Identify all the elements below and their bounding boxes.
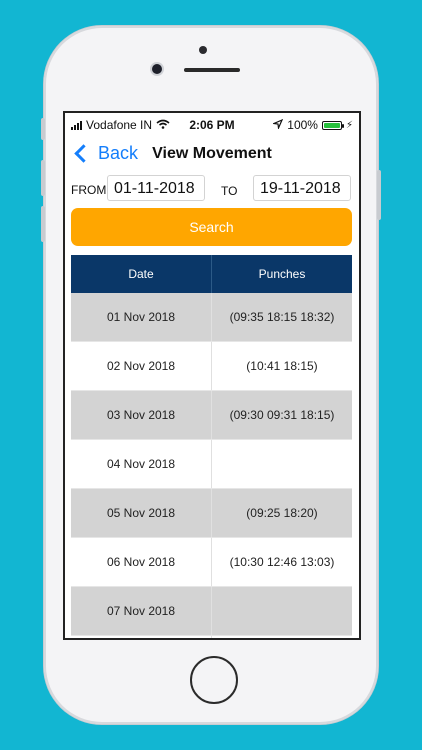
- punches-column-header: Punches: [211, 255, 352, 293]
- table-row[interactable]: 07 Nov 2018: [71, 586, 352, 636]
- row-date: 02 Nov 2018: [71, 341, 212, 391]
- charging-bolt-icon: ⚡: [345, 119, 353, 131]
- date-column-header: Date: [71, 255, 212, 293]
- from-label: FROM: [71, 183, 107, 197]
- row-punches: (10:30 12:46 13:03): [211, 537, 352, 587]
- table-row[interactable]: 06 Nov 2018 (10:30 12:46 13:03): [71, 537, 352, 587]
- front-camera: [152, 64, 162, 74]
- power-button: [377, 170, 381, 220]
- row-date: 01 Nov 2018: [71, 293, 212, 342]
- row-punches: (09:30 09:31 18:15): [211, 390, 352, 440]
- mute-switch: [41, 118, 45, 140]
- row-punches: [211, 586, 352, 636]
- speaker-dot: [199, 46, 207, 54]
- table-row[interactable]: 01 Nov 2018 (09:35 18:15 18:32): [71, 293, 352, 342]
- row-punches: (09:35 18:15 18:32): [211, 293, 352, 342]
- volume-down-button: [41, 206, 45, 242]
- battery-percent: 100%: [287, 118, 318, 132]
- to-date-field[interactable]: 19-11-2018: [253, 175, 351, 201]
- status-bar: Vodafone IN 2:06 PM 100% ⚡: [65, 113, 359, 135]
- table-row-partial: [71, 635, 352, 638]
- row-punches: (10:41 18:15): [211, 341, 352, 391]
- navigation-bar: Back View Movement: [65, 137, 359, 173]
- location-arrow-icon: [272, 118, 284, 132]
- date-filter-row: FROM 01-11-2018 TO 19-11-2018: [65, 174, 359, 204]
- table-header-row: Date Punches: [71, 255, 352, 293]
- from-date-field[interactable]: 01-11-2018: [107, 175, 205, 201]
- row-punches: (09:25 18:20): [211, 488, 352, 538]
- earpiece-grille: [184, 68, 240, 72]
- row-date: 03 Nov 2018: [71, 390, 212, 440]
- table-row[interactable]: 02 Nov 2018 (10:41 18:15): [71, 341, 352, 391]
- row-date: 05 Nov 2018: [71, 488, 212, 538]
- home-button[interactable]: [190, 656, 238, 704]
- status-right: 100% ⚡: [272, 118, 353, 132]
- table-row[interactable]: 04 Nov 2018: [71, 439, 352, 489]
- page-title: View Movement: [152, 145, 272, 162]
- search-button[interactable]: Search: [71, 208, 352, 246]
- movement-table: Date Punches 01 Nov 2018 (09:35 18:15 18…: [71, 255, 352, 638]
- row-date: 04 Nov 2018: [71, 439, 212, 489]
- row-date: 07 Nov 2018: [71, 586, 212, 636]
- volume-up-button: [41, 160, 45, 196]
- app-screen: Vodafone IN 2:06 PM 100% ⚡ Back View Mov…: [65, 113, 359, 638]
- to-label: TO: [221, 184, 238, 198]
- table-row[interactable]: 03 Nov 2018 (09:30 09:31 18:15): [71, 390, 352, 440]
- row-punches: [211, 439, 352, 489]
- battery-icon: [321, 120, 344, 130]
- row-date: 06 Nov 2018: [71, 537, 212, 587]
- table-row[interactable]: 05 Nov 2018 (09:25 18:20): [71, 488, 352, 538]
